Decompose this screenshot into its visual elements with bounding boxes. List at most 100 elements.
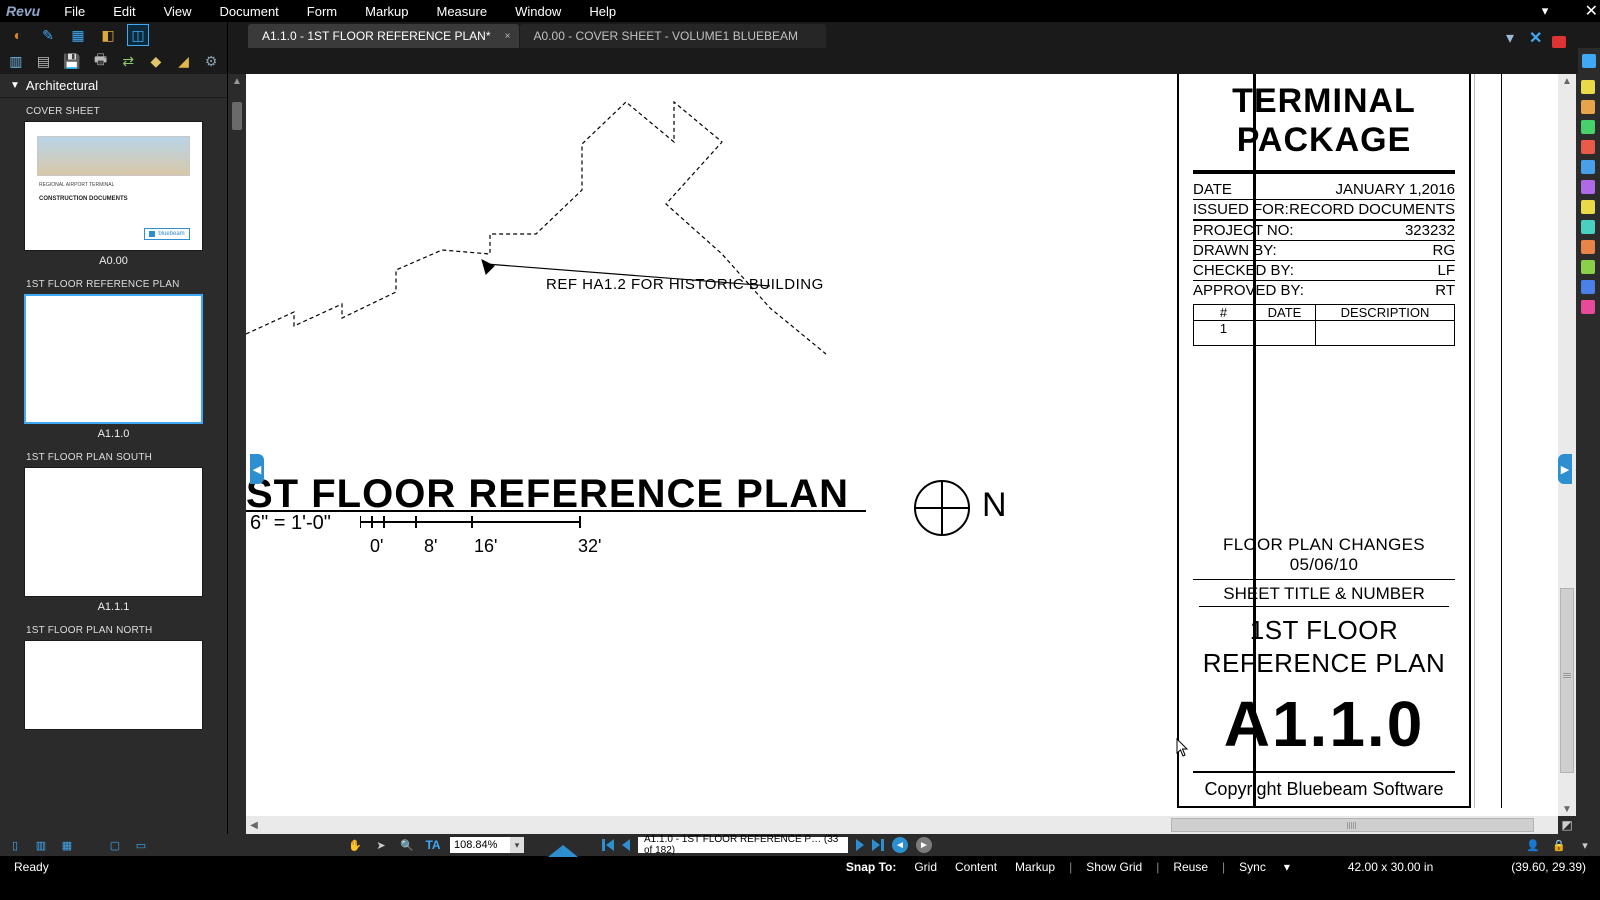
rail-tool-icon[interactable] (1581, 100, 1595, 114)
nav-back-icon[interactable]: ◄ (892, 837, 908, 853)
profile-dropdown-icon[interactable]: ▾ (1536, 3, 1555, 19)
rail-tool-icon[interactable] (1581, 160, 1595, 174)
rail-tool-icon[interactable] (1581, 280, 1595, 294)
tab-inactive[interactable]: A0.00 - COVER SHEET - VOLUME1 BLUEBEAM (520, 24, 827, 48)
rail-tool-icon[interactable] (1581, 200, 1595, 214)
menu-document[interactable]: Document (206, 4, 293, 19)
print-icon[interactable]: 🖶 (93, 51, 109, 71)
select-icon[interactable]: ➤ (372, 836, 390, 854)
thumbnails-group[interactable]: ▼ Architectural (0, 74, 227, 98)
window-maximize-icon[interactable]: ❐ (1570, 1, 1584, 21)
rail-tool-icon[interactable] (1581, 300, 1595, 314)
profile-access-icon[interactable]: ◐ (8, 25, 28, 45)
user-icon[interactable]: 👤 (1524, 836, 1542, 854)
snap-markup[interactable]: Markup (1011, 860, 1059, 874)
scroll-up-icon[interactable]: ▲ (228, 74, 246, 88)
thumbnail-cover[interactable]: REGIONAL AIRPORT TERMINAL CONSTRUCTION D… (24, 121, 203, 251)
menu-edit[interactable]: Edit (99, 4, 149, 19)
snap-content[interactable]: Content (951, 860, 1001, 874)
scroll-up-icon[interactable]: ▲ (1562, 74, 1572, 88)
zoom-dropdown-icon[interactable]: ▾ (510, 837, 524, 853)
nav-sidebyside-icon[interactable]: ▦ (58, 836, 76, 854)
menu-measure[interactable]: Measure (423, 4, 502, 19)
page-indicator[interactable]: A1.1.0 - 1ST FLOOR REFERENCE P… (33 of 1… (638, 837, 848, 853)
nav-forward-icon[interactable]: ► (916, 837, 932, 853)
next-page-button[interactable] (856, 839, 864, 851)
profile-pin-icon[interactable]: ✎ (38, 25, 58, 45)
menu-window[interactable]: Window (501, 4, 575, 19)
rail-tool-icon[interactable] (1581, 80, 1595, 94)
menu-view[interactable]: View (150, 4, 206, 19)
window-close-icon[interactable]: ✕ (1585, 1, 1598, 21)
menu-markup[interactable]: Markup (351, 4, 422, 19)
scroll-down-icon[interactable]: ▼ (1562, 802, 1572, 816)
vertical-scrollbar[interactable]: ▲ ▼ (1558, 74, 1576, 816)
open-icon[interactable]: ▤ (36, 51, 52, 71)
prev-page-button[interactable] (622, 839, 630, 851)
snap-grid[interactable]: Grid (910, 860, 941, 874)
right-rail-top (1578, 48, 1600, 74)
tabbar-close-icon[interactable]: ✕ (1529, 28, 1551, 48)
callout-text: REF HA1.2 FOR HISTORIC BUILDING (546, 276, 824, 293)
status-sync[interactable]: Sync (1235, 860, 1270, 874)
email-icon[interactable]: ⇄ (120, 51, 136, 71)
text-select-icon[interactable]: TA (424, 836, 442, 854)
thumbnail[interactable] (24, 640, 203, 730)
thumbnails-panel: ▼ Architectural COVER SHEET REGIONAL AIR… (0, 74, 228, 834)
settings-icon[interactable]: ⚙ (203, 51, 219, 71)
right-panel-toggle[interactable]: ▶ (1558, 454, 1572, 484)
menu-form[interactable]: Form (293, 4, 351, 19)
highlight-icon[interactable]: ◢ (176, 51, 192, 71)
horizontal-scrollbar[interactable]: ◀ ▶ (246, 816, 1576, 834)
rail-tool-icon[interactable] (1581, 180, 1595, 194)
tick-8: 8' (424, 536, 437, 557)
profile-compare-icon[interactable]: ◫ (128, 25, 148, 45)
rail-tool-icon[interactable] (1581, 120, 1595, 134)
nav-continuous-icon[interactable]: ▥ (32, 836, 50, 854)
save-icon[interactable]: 💾 (63, 51, 80, 71)
tb-copyright: Copyright Bluebeam Software (1193, 771, 1455, 800)
nav-singlepage-icon[interactable]: ▯ (6, 836, 24, 854)
first-page-button[interactable] (602, 839, 614, 851)
zoom-icon[interactable]: 🔍 (398, 836, 416, 854)
tab-active[interactable]: A1.1.0 - 1ST FLOOR REFERENCE PLAN* × (248, 24, 519, 48)
rail-tool-icon[interactable] (1581, 260, 1595, 274)
rail-tool-icon[interactable] (1581, 220, 1595, 234)
status-reuse[interactable]: Reuse (1169, 860, 1212, 874)
nav-fitwidth-icon[interactable]: ▭ (132, 836, 150, 854)
drag-handle[interactable] (232, 102, 242, 130)
scroll-corner-icon[interactable]: ◩ (1558, 816, 1576, 834)
profile-grid-icon[interactable]: ▦ (68, 25, 88, 45)
lock-icon[interactable]: 🔒 (1550, 836, 1568, 854)
rail-tool-icon[interactable] (1581, 240, 1595, 254)
pan-icon[interactable]: ✋ (346, 836, 364, 854)
tab-close-icon[interactable]: × (505, 31, 511, 42)
menu-help[interactable]: Help (575, 4, 630, 19)
nav-dropdown-icon[interactable]: ▾ (1576, 836, 1594, 854)
status-ready: Ready (10, 860, 53, 874)
nav-fitpage-icon[interactable]: ▢ (106, 836, 124, 854)
tag-icon[interactable]: ◆ (148, 51, 164, 71)
zoom-value[interactable]: 108.84% (450, 837, 510, 853)
profile-package-icon[interactable]: ◧ (98, 25, 118, 45)
thumbnail[interactable] (24, 467, 203, 597)
pdf-page[interactable]: REF HA1.2 FOR HISTORIC BUILDING ST FLOOR… (246, 74, 1576, 816)
tabbar-dropdown-icon[interactable]: ▾ (1506, 28, 1528, 48)
tabbar-record-icon[interactable] (1552, 36, 1574, 48)
status-sync-dd-icon[interactable]: ▾ (1280, 860, 1294, 874)
status-showgrid[interactable]: Show Grid (1082, 860, 1146, 874)
window-minimize-icon[interactable]: — (1554, 2, 1570, 20)
left-scroll-gutter[interactable]: ▲ (228, 74, 246, 834)
nav-center-peak-icon[interactable] (548, 845, 578, 857)
scroll-left-icon[interactable]: ◀ (246, 820, 262, 831)
rail-icon[interactable] (1582, 54, 1596, 68)
last-page-button[interactable] (872, 839, 884, 851)
menu-file[interactable]: File (50, 4, 99, 19)
zoom-control[interactable]: 108.84% ▾ (450, 837, 524, 853)
thumbnail-selected[interactable] (24, 294, 203, 424)
status-snap-label: Snap To: (842, 860, 900, 874)
left-panel-toggle[interactable]: ◀ (250, 454, 264, 484)
new-icon[interactable]: ▥ (8, 51, 24, 71)
document-viewport[interactable]: REF HA1.2 FOR HISTORIC BUILDING ST FLOOR… (246, 74, 1576, 834)
rail-tool-icon[interactable] (1581, 140, 1595, 154)
